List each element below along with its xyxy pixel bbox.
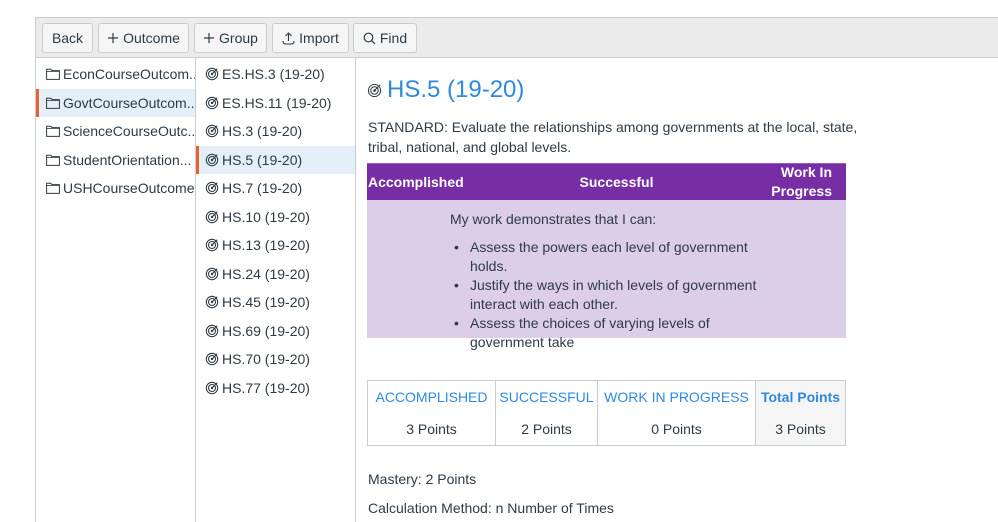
outcome-target-icon xyxy=(205,381,219,395)
folder-icon xyxy=(46,125,60,138)
total-points-label: Total Points xyxy=(760,389,841,405)
outcome-item-label: HS.70 (19-20) xyxy=(222,351,310,368)
rating-points: 0 Points xyxy=(651,421,702,437)
outcome-groups-column: EconCourseOutcom... GovtCourseOutcom... Sc… xyxy=(36,58,196,522)
rubric-bullet: Assess the powers each level of governme… xyxy=(450,238,760,276)
outcome-item-label: HS.10 (19-20) xyxy=(222,208,310,225)
outcome-target-icon xyxy=(205,267,219,281)
rating-accomplished: ACCOMPLISHED 3 Points xyxy=(367,380,496,446)
rating-label: SUCCESSFUL xyxy=(499,389,594,405)
rating-work-in-progress: WORK IN PROGRESS 0 Points xyxy=(597,380,756,446)
folder-icon xyxy=(46,97,60,109)
rating-points: 2 Points xyxy=(521,421,572,437)
outcome-group-item[interactable]: StudentOrientation... xyxy=(36,146,195,175)
outcome-item[interactable]: HS.69 (19-20) xyxy=(196,317,355,346)
outcome-group-item-label: ScienceCourseOutc... xyxy=(63,123,195,140)
outcome-item[interactable]: HS.10 (19-20) xyxy=(196,203,355,232)
outcome-item[interactable]: HS.3 (19-20) xyxy=(196,117,355,146)
rating-label: WORK IN PROGRESS xyxy=(604,389,749,405)
outcome-item[interactable]: HS.70 (19-20) xyxy=(196,345,355,374)
outcome-target-icon xyxy=(205,181,219,195)
rubric-header: Accomplished Successful Work In Progress xyxy=(367,163,846,200)
outcome-item[interactable]: HS.7 (19-20) xyxy=(196,174,355,203)
outcome-item[interactable]: HS.13 (19-20) xyxy=(196,231,355,260)
add-outcome-button[interactable]: Outcome xyxy=(98,23,189,53)
outcome-target-icon xyxy=(205,67,219,81)
outcome-group-item-label: GovtCourseOutcom... xyxy=(63,94,195,111)
rubric-header-successful: Successful xyxy=(579,174,654,190)
outcome-target-icon xyxy=(367,83,382,98)
rubric: Accomplished Successful Work In Progress… xyxy=(367,163,846,350)
find-label: Find xyxy=(379,30,408,46)
back-button[interactable]: Back xyxy=(42,23,93,53)
outcome-item-label: ES.HS.3 (19-20) xyxy=(222,66,325,83)
outcome-item[interactable]: HS.24 (19-20) xyxy=(196,260,355,289)
outcome-target-icon xyxy=(205,96,219,110)
outcome-item-label: HS.45 (19-20) xyxy=(222,294,310,311)
outcome-item-label: HS.24 (19-20) xyxy=(222,265,310,282)
outcome-item-label: HS.69 (19-20) xyxy=(222,322,310,339)
outcome-group-item-label: EconCourseOutcom... xyxy=(63,66,195,83)
find-button[interactable]: Find xyxy=(353,23,417,53)
plus-icon xyxy=(203,32,215,44)
outcomes-column: ES.HS.3 (19-20) ES.HS.11 (19-20) HS.3 (19-… xyxy=(196,58,356,522)
outcome-item[interactable]: ES.HS.11 (19-20) xyxy=(196,89,355,118)
outcome-item[interactable]: HS.45 (19-20) xyxy=(196,288,355,317)
outcome-item-label: HS.7 (19-20) xyxy=(222,180,303,197)
outcome-target-icon xyxy=(205,238,219,252)
plus-icon xyxy=(107,32,119,44)
import-button[interactable]: Import xyxy=(272,23,349,53)
outcome-title-text: HS.5 (19-20) xyxy=(387,76,525,103)
outcome-group-item[interactable]: GovtCourseOutcom... xyxy=(36,88,195,117)
outcome-group-item-label: StudentOrientation... xyxy=(63,151,192,168)
outcome-target-icon xyxy=(205,210,219,224)
rubric-header-work-in-progress: Work In Progress xyxy=(771,164,832,199)
outcome-target-icon xyxy=(205,324,219,338)
outcome-item-label: ES.HS.11 (19-20) xyxy=(222,94,332,111)
outcome-item-label: HS.3 (19-20) xyxy=(222,123,303,140)
outcome-item[interactable]: HS.77 (19-20) xyxy=(196,374,355,403)
mastery-points: Mastery: 2 Points xyxy=(368,471,477,487)
outcome-item-label: HS.13 (19-20) xyxy=(222,237,310,254)
outcome-item-label: HS.5 (19-20) xyxy=(222,151,303,168)
outcome-target-icon xyxy=(205,153,219,167)
rubric-header-accomplished: Accomplished xyxy=(368,174,464,190)
outcome-target-icon xyxy=(205,352,219,366)
outcomes-manager: Back Outcome Group Import Find EconCours… xyxy=(35,17,998,522)
add-group-label: Group xyxy=(219,30,258,46)
search-icon xyxy=(363,32,376,45)
rating-label: ACCOMPLISHED xyxy=(375,389,488,405)
outcome-group-item-label: USHCourseOutcomes xyxy=(63,180,195,197)
outcome-title: HS.5 (19-20) xyxy=(367,76,524,104)
back-label: Back xyxy=(51,30,84,46)
add-group-button[interactable]: Group xyxy=(194,23,267,53)
rubric-bullet: Assess the choices of varying levels of … xyxy=(450,314,760,352)
outcome-target-icon xyxy=(205,124,219,138)
add-outcome-label: Outcome xyxy=(123,30,180,46)
outcome-target-icon xyxy=(205,295,219,309)
outcome-group-item[interactable]: EconCourseOutcom... xyxy=(36,60,195,89)
total-points-value: 3 Points xyxy=(775,421,826,437)
toolbar: Back Outcome Group Import Find xyxy=(36,17,998,58)
import-label: Import xyxy=(299,30,339,46)
rubric-bullets: Assess the powers each level of governme… xyxy=(450,238,760,352)
outcome-group-item[interactable]: ScienceCourseOutc... xyxy=(36,117,195,146)
rubric-intro: My work demonstrates that I can: xyxy=(450,211,657,227)
standard-description: STANDARD: Evaluate the relationships amo… xyxy=(368,119,858,155)
outcome-item[interactable]: ES.HS.3 (19-20) xyxy=(196,60,355,89)
folder-icon xyxy=(46,182,60,195)
rating-total-points: Total Points 3 Points xyxy=(755,380,846,446)
calculation-method: Calculation Method: n Number of Times xyxy=(368,500,614,516)
ratings-table: ACCOMPLISHED 3 Points SUCCESSFUL 2 Point… xyxy=(367,380,846,446)
outcome-item[interactable]: HS.5 (19-20) xyxy=(196,145,355,174)
outcome-item-label: HS.77 (19-20) xyxy=(222,379,310,396)
folder-icon xyxy=(46,154,60,166)
outcome-group-item[interactable]: USHCourseOutcomes xyxy=(36,174,195,203)
folder-icon xyxy=(46,68,60,81)
upload-icon xyxy=(282,31,295,45)
rubric-bullet: Justify the ways in which levels of gove… xyxy=(450,276,760,314)
rubric-body: My work demonstrates that I can: Assess … xyxy=(367,200,846,350)
rating-points: 3 Points xyxy=(406,421,457,437)
rating-successful: SUCCESSFUL 2 Points xyxy=(495,380,598,446)
